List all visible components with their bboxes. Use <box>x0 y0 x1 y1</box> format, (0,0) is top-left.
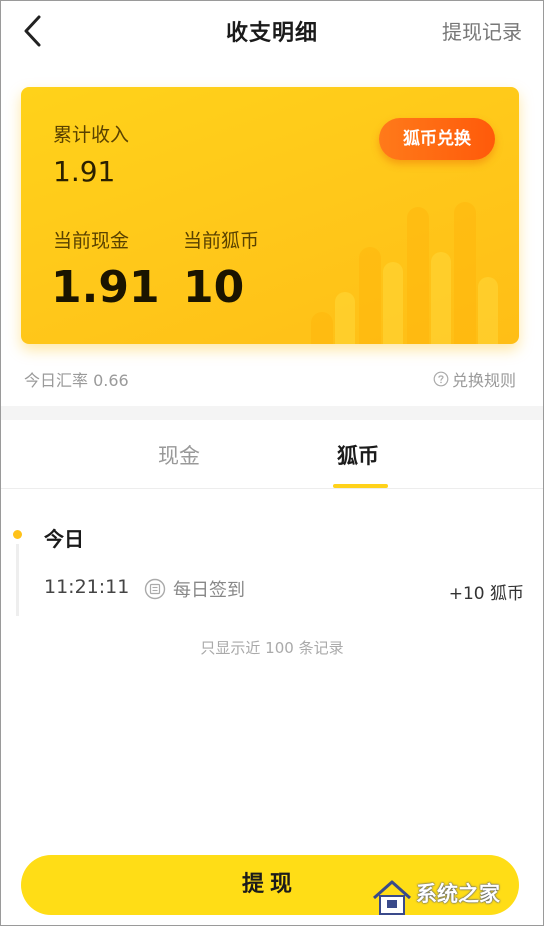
current-coins-value: 10 <box>183 262 245 313</box>
current-coins-label: 当前狐币 <box>183 230 260 252</box>
total-income-label: 累计收入 <box>53 124 130 146</box>
withdraw-history-link[interactable]: 提现记录 <box>442 16 522 45</box>
exchange-rules-link[interactable]: 兑换规则 <box>433 367 516 391</box>
question-circle-icon <box>433 371 449 387</box>
exchange-rate: 今日汇率 0.66 <box>24 371 129 390</box>
section-divider <box>0 406 544 420</box>
total-income-value: 1.91 <box>53 155 116 188</box>
records-limit-note: 只显示近 100 条记录 <box>200 639 344 657</box>
current-cash-value: 1.91 <box>51 262 160 313</box>
record-description: 每日签到 <box>173 580 245 601</box>
coin-exchange-button[interactable]: 狐币兑换 <box>379 118 495 160</box>
watermark-text: 系统之家 <box>416 882 500 906</box>
record-amount: +10 狐币 <box>448 584 524 604</box>
active-tab-indicator <box>333 484 388 488</box>
timeline-dot <box>13 530 22 539</box>
timeline-line <box>16 544 19 616</box>
sign-in-icon <box>144 578 166 600</box>
current-cash-label: 当前现金 <box>53 230 130 252</box>
day-label: 今日 <box>44 527 84 551</box>
record-tabs: 现金 狐币 <box>0 420 544 489</box>
earnings-card: 累计收入 1.91 狐币兑换 当前现金 1.91 当前狐币 10 <box>21 87 519 344</box>
record-time: 11:21:11 <box>44 576 130 598</box>
watermark: 系统之家 <box>370 876 540 922</box>
header: 收支明细 提现记录 <box>0 0 544 64</box>
tab-coins[interactable]: 狐币 <box>337 440 379 470</box>
exchange-rules-label: 兑换规则 <box>451 371 516 390</box>
tab-cash[interactable]: 现金 <box>158 440 200 470</box>
watermark-house-icon <box>373 880 411 915</box>
